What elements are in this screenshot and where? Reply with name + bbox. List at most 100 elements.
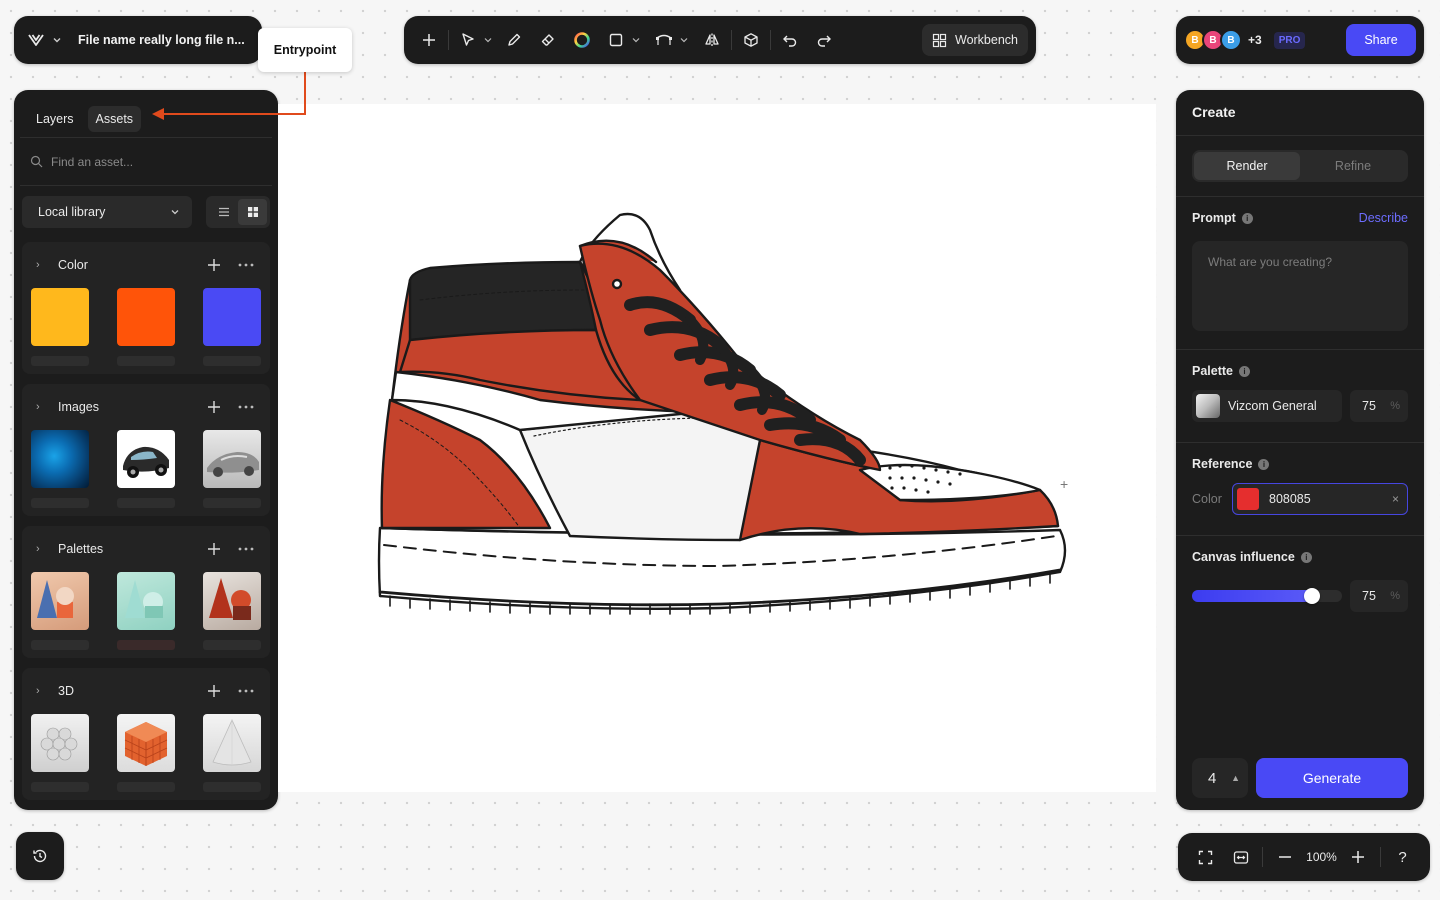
chevron-right-icon[interactable]: › bbox=[36, 259, 50, 271]
grid-view-icon[interactable] bbox=[238, 199, 267, 225]
canvas-influence-value: 75 bbox=[1362, 589, 1376, 603]
canvas-influence-input[interactable]: 75 % bbox=[1350, 580, 1408, 612]
section-header[interactable]: › Color bbox=[22, 242, 270, 288]
3d-cube-icon[interactable] bbox=[738, 24, 764, 56]
sneaker-sketch[interactable] bbox=[278, 104, 1156, 792]
image-thumbnail-car[interactable] bbox=[117, 430, 175, 488]
grid-icon bbox=[932, 33, 947, 48]
reference-color-swatch[interactable] bbox=[1237, 488, 1259, 510]
slider-fill bbox=[1192, 590, 1312, 602]
workbench-button[interactable]: Workbench bbox=[922, 24, 1028, 56]
more-icon[interactable] bbox=[232, 547, 260, 551]
chevron-right-icon[interactable]: › bbox=[36, 685, 50, 697]
add-icon[interactable] bbox=[202, 542, 226, 556]
mode-render[interactable]: Render bbox=[1194, 152, 1300, 180]
image-thumbnail-texture[interactable] bbox=[31, 430, 89, 488]
chevron-right-icon[interactable]: › bbox=[36, 401, 50, 413]
zoom-out-icon[interactable] bbox=[1269, 841, 1300, 873]
collaboration-bar: B B B +3 PRO Share bbox=[1176, 16, 1424, 64]
search-icon bbox=[30, 155, 43, 168]
redo-icon[interactable] bbox=[811, 24, 837, 56]
add-icon[interactable] bbox=[202, 400, 226, 414]
fullscreen-icon[interactable] bbox=[1190, 841, 1221, 873]
palette-thumbnail-red[interactable] bbox=[203, 572, 261, 630]
select-icon[interactable] bbox=[455, 24, 481, 56]
3d-thumbnail-cone[interactable] bbox=[203, 714, 261, 772]
palette-thumbnail-warm[interactable] bbox=[31, 572, 89, 630]
vizcom-logo-icon[interactable] bbox=[26, 30, 46, 50]
asset-section-palettes: › Palettes bbox=[22, 526, 270, 658]
rectangle-icon[interactable] bbox=[603, 24, 629, 56]
chevron-down-icon[interactable] bbox=[629, 24, 643, 56]
palette-strength-input[interactable]: 75 % bbox=[1350, 390, 1408, 422]
tab-assets[interactable]: Assets bbox=[87, 105, 142, 132]
image-thumbnail-concept-car[interactable] bbox=[203, 430, 261, 488]
zoom-divider bbox=[1262, 847, 1264, 867]
prompt-input[interactable]: What are you creating? bbox=[1192, 241, 1408, 331]
palette-select[interactable]: Vizcom General bbox=[1192, 390, 1342, 422]
chevron-down-icon[interactable] bbox=[481, 24, 495, 56]
mirror-icon[interactable] bbox=[699, 24, 725, 56]
info-icon[interactable]: i bbox=[1241, 212, 1253, 224]
info-icon[interactable]: i bbox=[1258, 458, 1270, 470]
add-icon[interactable] bbox=[202, 258, 226, 272]
more-icon[interactable] bbox=[232, 689, 260, 693]
info-icon[interactable]: i bbox=[1239, 365, 1250, 377]
palette-thumbnail-mint[interactable] bbox=[117, 572, 175, 630]
main-toolbar: Workbench bbox=[404, 16, 1036, 64]
plus-icon[interactable] bbox=[416, 24, 442, 56]
more-icon[interactable] bbox=[232, 405, 260, 409]
search-placeholder: Find an asset... bbox=[51, 154, 134, 169]
share-button[interactable]: Share bbox=[1346, 24, 1416, 56]
eraser-icon[interactable] bbox=[535, 24, 561, 56]
fit-to-screen-icon[interactable] bbox=[1225, 841, 1256, 873]
info-icon[interactable]: i bbox=[1300, 551, 1312, 563]
reference-color-field[interactable]: 808085 × bbox=[1232, 483, 1408, 515]
chevron-down-icon[interactable] bbox=[50, 33, 64, 47]
panel-tabs: Layers Assets bbox=[20, 90, 272, 138]
slider-handle[interactable] bbox=[1304, 588, 1320, 604]
reference-section: Reference i Color 808085 × bbox=[1176, 443, 1424, 535]
history-button[interactable] bbox=[16, 832, 64, 880]
3d-thumbnail-spheres[interactable] bbox=[31, 714, 89, 772]
chevron-down-icon[interactable] bbox=[677, 24, 691, 56]
library-select[interactable]: Local library bbox=[22, 196, 192, 228]
list-view-icon[interactable] bbox=[209, 199, 238, 225]
zoom-divider bbox=[1380, 847, 1381, 867]
3d-thumbnail-cube[interactable] bbox=[117, 714, 175, 772]
color-swatch[interactable] bbox=[117, 288, 175, 346]
pen-icon[interactable] bbox=[501, 24, 527, 56]
zoom-level[interactable]: 100% bbox=[1304, 850, 1339, 864]
describe-link[interactable]: Describe bbox=[1359, 211, 1408, 225]
avatar[interactable]: B bbox=[1220, 29, 1242, 51]
asset-search-field[interactable]: Find an asset... bbox=[20, 138, 272, 186]
curve-icon[interactable] bbox=[651, 24, 677, 56]
generate-button[interactable]: Generate bbox=[1256, 758, 1408, 798]
canvas-influence-slider[interactable] bbox=[1192, 588, 1342, 604]
zoom-in-icon[interactable] bbox=[1343, 841, 1374, 873]
file-name[interactable]: File name really long file n... bbox=[78, 33, 245, 47]
tab-layers[interactable]: Layers bbox=[28, 106, 82, 132]
drawing-canvas[interactable] bbox=[278, 104, 1156, 792]
zoom-bar: 100% ? bbox=[1178, 833, 1430, 881]
asset-section-color: › Color bbox=[22, 242, 270, 374]
section-header[interactable]: › 3D bbox=[22, 668, 270, 714]
close-icon[interactable]: × bbox=[1392, 492, 1399, 506]
workbench-label: Workbench bbox=[955, 33, 1018, 47]
section-header[interactable]: › Palettes bbox=[22, 526, 270, 572]
reference-hex-value: 808085 bbox=[1269, 492, 1311, 506]
section-header[interactable]: › Images bbox=[22, 384, 270, 430]
color-swatch[interactable] bbox=[203, 288, 261, 346]
more-collaborators-count[interactable]: +3 bbox=[1248, 33, 1262, 47]
chevron-right-icon[interactable]: › bbox=[36, 543, 50, 555]
chevron-up-icon[interactable]: ▲ bbox=[1231, 773, 1240, 783]
undo-icon[interactable] bbox=[777, 24, 803, 56]
more-icon[interactable] bbox=[232, 263, 260, 267]
color-wheel-icon[interactable] bbox=[569, 24, 595, 56]
add-icon[interactable] bbox=[202, 684, 226, 698]
color-swatch[interactable] bbox=[31, 288, 89, 346]
history-icon bbox=[32, 848, 48, 864]
mode-refine[interactable]: Refine bbox=[1300, 152, 1406, 180]
help-button[interactable]: ? bbox=[1387, 841, 1418, 873]
output-count-stepper[interactable]: 4 ▲ bbox=[1192, 758, 1248, 798]
